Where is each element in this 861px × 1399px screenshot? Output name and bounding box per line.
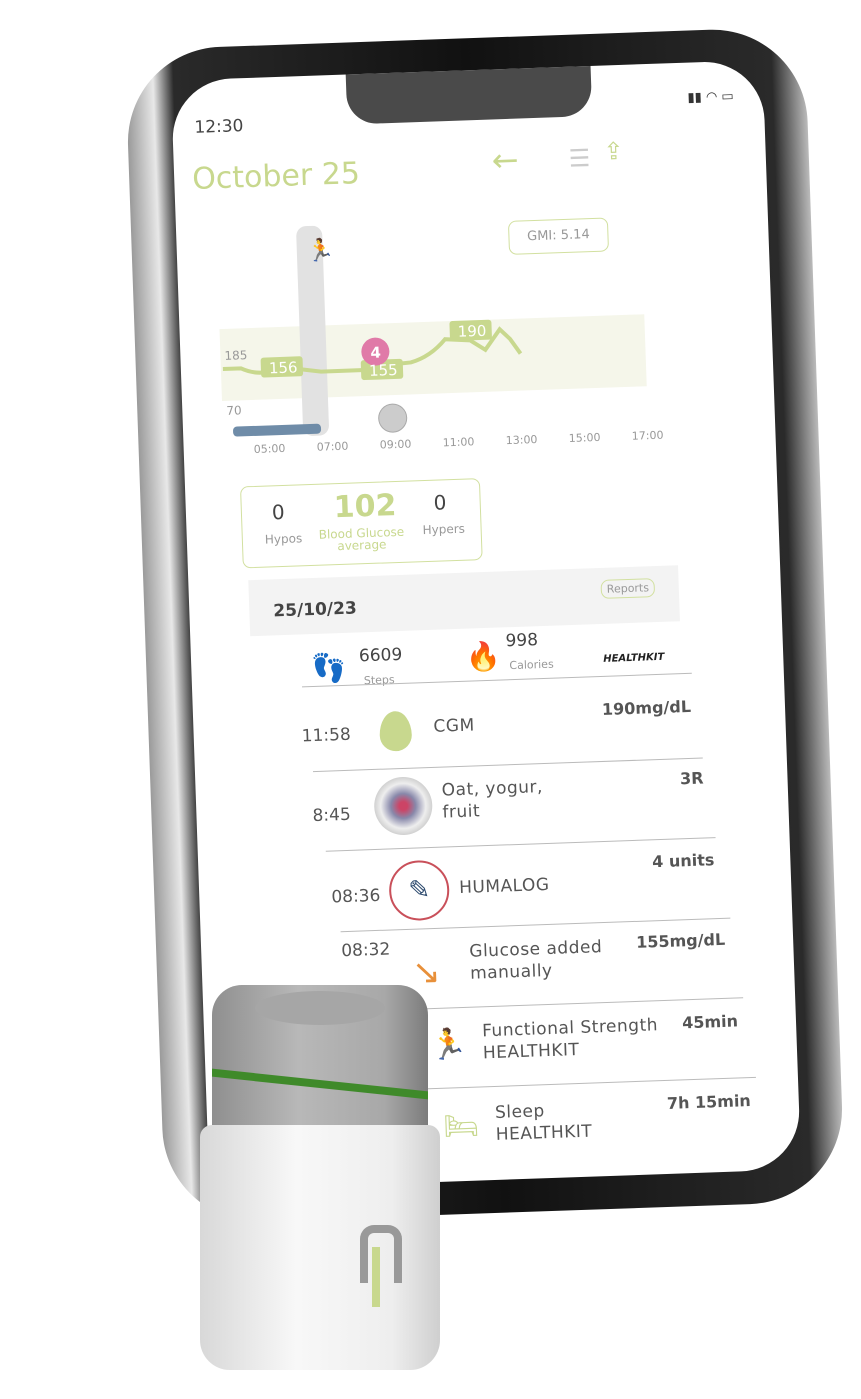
hypers-value: 0	[433, 490, 447, 515]
hypers-label: Hypers	[422, 521, 466, 538]
x-tick: 17:00	[631, 428, 664, 443]
point-label: 190	[457, 321, 487, 341]
share-icon[interactable]: ⇪	[603, 137, 624, 166]
x-tick: 15:00	[568, 430, 601, 445]
point-label: 155	[368, 360, 398, 380]
hypos-label: Hypos	[264, 531, 303, 547]
list-item[interactable]: 08:36 ✎ HUMALOG 4 units	[330, 844, 724, 928]
entry-title: HUMALOG	[458, 874, 550, 899]
hypos-value: 0	[271, 499, 286, 525]
day-date: 25/10/23	[273, 598, 358, 622]
x-tick: 09:00	[379, 437, 412, 452]
entry-time: 8:45	[312, 804, 352, 827]
entry-time: 08:36	[331, 885, 381, 908]
point-label: 156	[268, 358, 298, 378]
avg-value: 102	[333, 488, 397, 526]
x-tick: 07:00	[316, 439, 349, 454]
glucose-chart: 🏃	[219, 225, 647, 437]
status-icons: ▮▮ ◠ ▭	[687, 89, 734, 106]
flame-icon: 🔥	[465, 639, 502, 674]
day-header: 25/10/23 Reports	[248, 565, 680, 637]
range-low: 70	[226, 403, 242, 418]
x-tick: 05:00	[253, 441, 286, 456]
list-icon[interactable]: ☰	[568, 144, 590, 173]
steps-label: Steps	[363, 673, 395, 688]
avg-label: Blood Glucose average	[318, 525, 405, 554]
healthkit-source: HEALTHKIT	[603, 651, 665, 665]
entry-value: 155mg/dL	[635, 929, 726, 952]
calories-value: 998	[505, 630, 539, 652]
calories-label: Calories	[509, 657, 554, 673]
avg-label-2: average	[337, 537, 387, 554]
footsteps-icon: 👣	[310, 650, 347, 686]
entry-title: CGM	[433, 715, 476, 737]
running-icon: 🏃	[306, 237, 334, 264]
sleep-bar	[233, 423, 322, 437]
reports-button[interactable]: Reports	[600, 578, 656, 599]
insulin-pen-icon: ✎	[388, 859, 451, 922]
sleep-icon: 🛏	[442, 1108, 480, 1143]
meal-photo	[373, 775, 434, 836]
entry-value: 3R	[679, 768, 704, 789]
entry-value: 190mg/dL	[601, 696, 692, 719]
entry-title: Glucose added manually	[469, 937, 603, 984]
entry-time: 11:58	[301, 724, 352, 747]
arrow-left-icon[interactable]: ←	[491, 141, 519, 180]
status-time: 12:30	[194, 116, 244, 138]
notch	[345, 63, 593, 125]
x-tick: 13:00	[505, 433, 538, 448]
x-tick: 11:00	[442, 435, 475, 450]
page-title: October 25	[191, 156, 361, 197]
entry-title: Sleep HEALTHKIT	[494, 1101, 593, 1145]
entry-value: 4 units	[651, 850, 715, 872]
divider	[302, 672, 692, 688]
list-item[interactable]: 11:58 CGM 190mg/dL	[301, 693, 703, 767]
entry-value: 7h 15min	[666, 1091, 752, 1113]
entry-value: 45min	[681, 1011, 739, 1033]
range-high: 185	[224, 348, 248, 363]
insulin-pen-cap-device	[200, 985, 440, 1370]
drop-icon	[378, 710, 413, 752]
meal-marker	[378, 403, 408, 433]
entry-title: Oat, yogur, fruit	[441, 777, 544, 823]
summary-card: 0 Hypos 102 Blood Glucose average 0 Hyper…	[239, 478, 483, 569]
entry-title: Functional Strength HEALTHKIT	[481, 1015, 659, 1064]
entry-time: 08:32	[340, 939, 391, 962]
insulin-badge[interactable]: 4	[370, 343, 381, 361]
steps-value: 6609	[358, 644, 403, 667]
list-item[interactable]: 8:45 Oat, yogur, fruit 3R	[311, 762, 713, 846]
